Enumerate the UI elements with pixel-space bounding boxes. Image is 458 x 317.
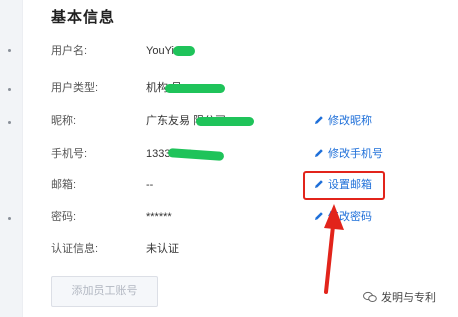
field-value: 未认证 xyxy=(146,243,179,255)
edit-phone-link[interactable]: 修改手机号 xyxy=(314,144,383,164)
section-title: 基本信息 xyxy=(51,9,116,26)
watermark: 发明与专利 xyxy=(363,289,436,305)
field-row-phone: 手机号: 1333 024 修改手机号 xyxy=(0,144,458,164)
field-row-username: 用户名: YouYi 1 xyxy=(0,41,458,61)
add-employee-account-button[interactable]: 添加员工账号 xyxy=(51,276,158,307)
pencil-icon xyxy=(315,116,323,124)
field-row-verification: 认证信息: 未认证 xyxy=(0,239,458,259)
edit-phone-label: 修改手机号 xyxy=(328,148,383,160)
field-row-email: 邮箱: -- 设置邮箱 xyxy=(0,175,458,195)
field-label: 密码: xyxy=(51,211,77,223)
edit-nickname-link[interactable]: 修改昵称 xyxy=(314,111,372,131)
redaction-mark xyxy=(173,46,195,56)
redaction-mark xyxy=(165,84,225,93)
annotation-arrow-icon xyxy=(324,204,344,294)
field-label: 用户类型: xyxy=(51,82,99,94)
field-label: 手机号: xyxy=(51,148,88,160)
pencil-icon xyxy=(315,149,323,157)
edit-nickname-label: 修改昵称 xyxy=(328,115,372,127)
redaction-mark xyxy=(196,117,254,126)
chat-bubble-icon xyxy=(363,291,377,302)
field-row-user-type: 用户类型: 机构 员 xyxy=(0,78,458,98)
field-label: 昵称: xyxy=(51,115,77,127)
field-value: ****** xyxy=(146,211,172,223)
field-label: 认证信息: xyxy=(51,243,99,255)
field-value: -- xyxy=(146,179,154,191)
field-label: 邮箱: xyxy=(51,179,77,191)
watermark-text: 发明与专利 xyxy=(381,292,436,304)
field-row-nickname: 昵称: 广东友易 限公司 修改昵称 xyxy=(0,111,458,131)
field-row-password: 密码: ****** 修改密码 xyxy=(0,207,458,227)
field-label: 用户名: xyxy=(51,45,88,57)
